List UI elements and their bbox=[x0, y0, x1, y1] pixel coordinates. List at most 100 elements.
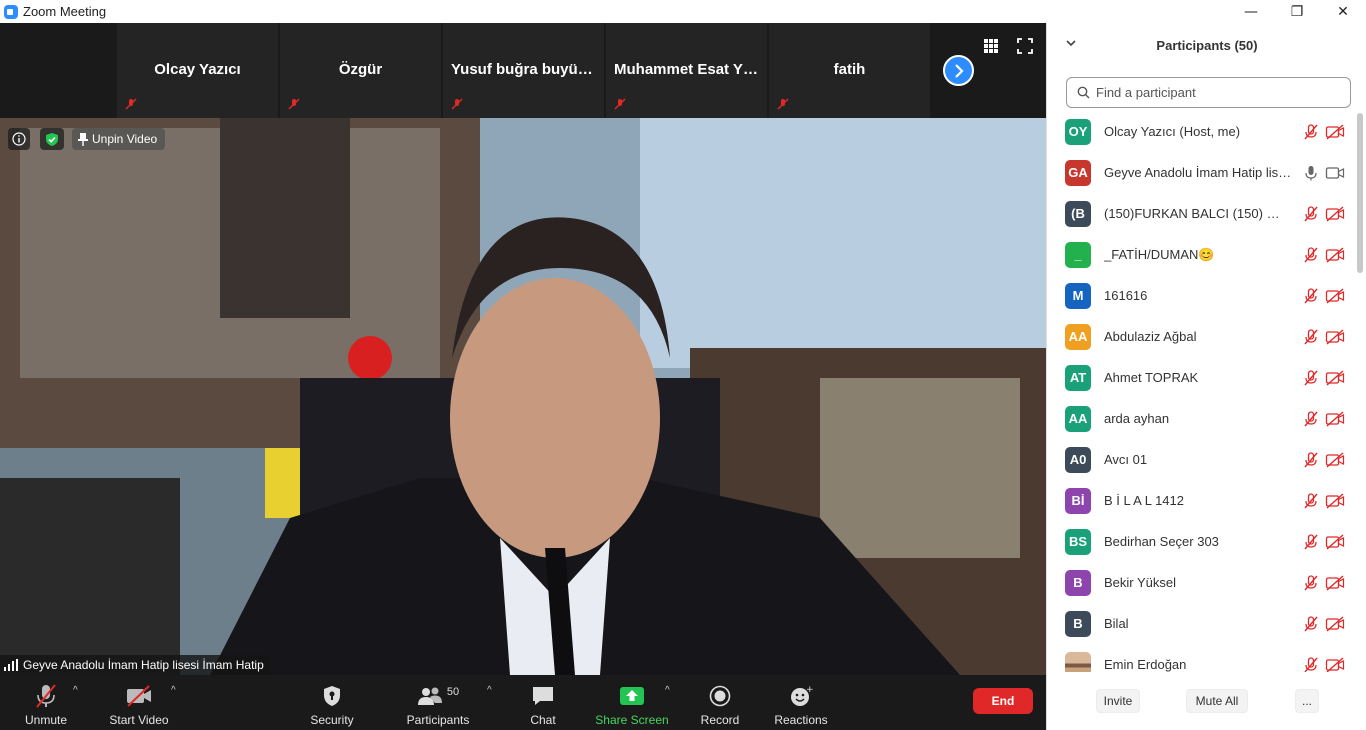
mute-all-button[interactable]: Mute All bbox=[1186, 689, 1248, 713]
muted-mic-icon bbox=[1304, 288, 1318, 304]
participant-avatar: Bİ bbox=[1065, 487, 1091, 514]
muted-mic-icon bbox=[1304, 575, 1318, 591]
start-video-button[interactable]: Start Video bbox=[104, 679, 174, 727]
video-icon bbox=[1325, 167, 1345, 179]
title-bar: Zoom Meeting — ❐ ✕ bbox=[0, 0, 1366, 23]
participant-avatar: GA bbox=[1065, 159, 1091, 186]
chat-button[interactable]: Chat bbox=[518, 679, 568, 727]
participant-avatar: _ bbox=[1065, 241, 1091, 268]
participant-row[interactable]: B Bekir Yüksel bbox=[1047, 562, 1357, 603]
invite-button[interactable]: Invite bbox=[1096, 689, 1140, 713]
shield-check-icon bbox=[46, 132, 58, 146]
participant-name: Avcı 01 bbox=[1104, 452, 1148, 467]
reactions-smiley-icon: + bbox=[791, 685, 813, 706]
thumbnail-name: Özgür bbox=[338, 61, 383, 78]
participant-search-input[interactable] bbox=[1096, 85, 1336, 100]
thumbnail-name: fatih bbox=[833, 61, 866, 78]
svg-text:+: + bbox=[806, 685, 813, 695]
collapse-chevron-icon[interactable] bbox=[1065, 37, 1077, 49]
muted-mic-icon bbox=[1304, 616, 1318, 632]
participant-avatar: AA bbox=[1065, 323, 1091, 350]
participant-row[interactable]: B Bilal bbox=[1047, 603, 1357, 644]
muted-mic-icon bbox=[1304, 247, 1318, 263]
muted-mic-icon bbox=[1304, 452, 1318, 468]
thumbnail-tile[interactable]: Yusuf buğra buyükgöl bbox=[443, 23, 604, 118]
next-page-button[interactable] bbox=[943, 55, 974, 86]
end-meeting-button[interactable]: End bbox=[973, 688, 1033, 714]
video-off-icon bbox=[1325, 493, 1345, 509]
participant-row[interactable]: Emin Erdoğan bbox=[1047, 644, 1357, 672]
gallery-view-icon[interactable] bbox=[983, 38, 999, 54]
participants-scrollbar[interactable] bbox=[1357, 113, 1363, 273]
participant-name: Bedirhan Seçer 303 bbox=[1104, 534, 1219, 549]
participant-row[interactable]: AA arda ayhan bbox=[1047, 398, 1357, 439]
unpin-video-label: Unpin Video bbox=[92, 132, 158, 146]
record-icon bbox=[709, 685, 731, 707]
participant-photo-avatar bbox=[1065, 651, 1091, 672]
share-options-caret-icon[interactable]: ^ bbox=[665, 685, 670, 696]
security-button[interactable]: Security bbox=[302, 679, 362, 727]
participant-row[interactable]: A0 Avcı 01 bbox=[1047, 439, 1357, 480]
video-off-icon bbox=[1325, 247, 1345, 263]
close-button[interactable]: ✕ bbox=[1320, 0, 1366, 23]
participants-options-caret-icon[interactable]: ^ bbox=[487, 685, 492, 696]
video-off-icon bbox=[1325, 616, 1345, 632]
share-screen-label: Share Screen bbox=[595, 713, 669, 727]
panel-footer: Invite Mute All ... bbox=[1047, 683, 1366, 719]
fullscreen-icon[interactable] bbox=[1017, 38, 1033, 54]
participant-avatar: B bbox=[1065, 610, 1091, 637]
participant-search[interactable] bbox=[1066, 77, 1351, 108]
thumbnail-name: Muhammet Esat Yılmaz bbox=[614, 61, 767, 78]
search-icon bbox=[1077, 86, 1090, 99]
audio-options-caret-icon[interactable]: ^ bbox=[73, 685, 78, 696]
muted-mic-icon bbox=[777, 98, 789, 110]
participant-row[interactable]: _ _FATİH/DUMAN😊 bbox=[1047, 234, 1357, 275]
video-off-icon bbox=[1325, 657, 1345, 672]
more-options-button[interactable]: ... bbox=[1295, 689, 1319, 713]
participant-avatar: AT bbox=[1065, 364, 1091, 391]
participant-row[interactable]: AA Abdulaziz Ağbal bbox=[1047, 316, 1357, 357]
participant-name: Emin Erdoğan bbox=[1104, 657, 1187, 672]
muted-mic-icon bbox=[1304, 124, 1318, 140]
participant-row[interactable]: BS Bedirhan Seçer 303 bbox=[1047, 521, 1357, 562]
unmute-label: Unmute bbox=[24, 713, 68, 727]
participant-row[interactable]: Bİ B İ L A L 1412 bbox=[1047, 480, 1357, 521]
minimize-button[interactable]: — bbox=[1228, 0, 1274, 23]
unpin-video-button[interactable]: Unpin Video bbox=[72, 128, 166, 150]
thumbnail-tile[interactable]: Özgür bbox=[280, 23, 441, 118]
participant-row[interactable]: OY Olcay Yazıcı (Host, me) bbox=[1047, 111, 1357, 152]
share-screen-button[interactable]: Share Screen bbox=[594, 679, 670, 727]
chat-label: Chat bbox=[530, 713, 556, 727]
thumbnail-strip: Olcay Yazıcı Özgür Yusuf buğra buyükgöl … bbox=[0, 23, 1046, 118]
video-off-icon bbox=[1325, 370, 1345, 386]
record-label: Record bbox=[700, 713, 740, 727]
active-speaker-video: Unpin Video Geyve Anadolu İmam Hatip lis… bbox=[0, 118, 1046, 675]
participant-row[interactable]: AT Ahmet TOPRAK bbox=[1047, 357, 1357, 398]
meeting-info-button[interactable] bbox=[8, 128, 30, 150]
security-label: Security bbox=[310, 713, 354, 727]
participant-row[interactable]: GA Geyve Anadolu İmam Hatip lisesi İmam H… bbox=[1047, 152, 1357, 193]
video-off-icon bbox=[1325, 411, 1345, 427]
participants-button[interactable]: 50 Participants bbox=[400, 679, 476, 727]
thumbnail-tile[interactable]: Olcay Yazıcı bbox=[117, 23, 278, 118]
encryption-badge[interactable] bbox=[40, 128, 64, 150]
participant-row[interactable]: (B (150)FURKAN BALCI (150) ��🙂 bbox=[1047, 193, 1357, 234]
muted-mic-icon bbox=[125, 98, 137, 110]
meeting-toolbar: Unmute ^ Start Video ^ Security 50 Parti… bbox=[0, 675, 1046, 730]
muted-mic-icon bbox=[1304, 534, 1318, 550]
participants-label: Participants bbox=[406, 713, 470, 727]
muted-mic-icon bbox=[1304, 206, 1318, 222]
thumbnail-tile[interactable]: fatih bbox=[769, 23, 930, 118]
unmute-button[interactable]: Unmute bbox=[16, 679, 76, 727]
participant-row[interactable]: M 161616 bbox=[1047, 275, 1357, 316]
record-button[interactable]: Record bbox=[697, 679, 743, 727]
video-options-caret-icon[interactable]: ^ bbox=[171, 685, 176, 696]
muted-mic-icon bbox=[614, 98, 626, 110]
participant-avatar: M bbox=[1065, 282, 1091, 309]
reactions-button[interactable]: + Reactions bbox=[770, 679, 832, 727]
zoom-logo-icon bbox=[4, 4, 18, 19]
restore-button[interactable]: ❐ bbox=[1274, 0, 1320, 23]
thumbnail-tile[interactable]: Muhammet Esat Yılmaz bbox=[606, 23, 767, 118]
video-off-icon bbox=[1325, 288, 1345, 304]
signal-strength-icon bbox=[4, 659, 18, 671]
